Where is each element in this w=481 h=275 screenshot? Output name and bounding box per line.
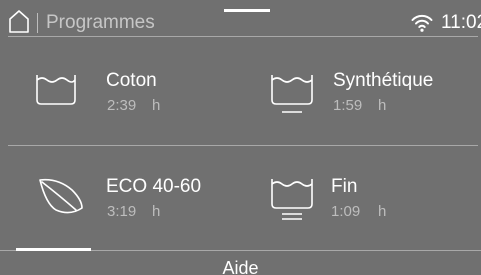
program-duration: 1:09 bbox=[331, 203, 361, 220]
wifi-icon bbox=[411, 14, 433, 32]
tub-icon bbox=[36, 75, 76, 105]
tub-two-bars-icon bbox=[271, 179, 313, 220]
program-duration: 3:19 bbox=[107, 203, 137, 220]
duration-unit: h bbox=[378, 97, 387, 114]
program-name: Coton bbox=[106, 70, 157, 91]
program-tile-fin[interactable]: Fin 1:09 h bbox=[243, 152, 478, 252]
program-duration: 1:59 bbox=[333, 97, 363, 114]
program-tile-synthetique[interactable]: Synthétique 1:59 h bbox=[243, 44, 478, 144]
program-name: ECO 40-60 bbox=[106, 176, 202, 197]
program-tile-eco-40-60[interactable]: ECO 40-60 3:19 h bbox=[8, 152, 243, 252]
duration-unit: h bbox=[378, 203, 387, 220]
page-title: Programmes bbox=[46, 12, 155, 33]
help-button[interactable]: Aide bbox=[0, 252, 481, 275]
row-divider bbox=[8, 145, 478, 146]
status-bar: Programmes 11:02 bbox=[0, 0, 481, 36]
program-duration: 2:39 bbox=[107, 97, 137, 114]
header-separator bbox=[37, 13, 38, 33]
scroll-indicator bbox=[16, 248, 91, 251]
page-indicator bbox=[224, 9, 270, 12]
duration-unit: h bbox=[152, 203, 161, 220]
program-name: Synthétique bbox=[333, 70, 434, 91]
header-divider bbox=[8, 36, 478, 37]
home-icon bbox=[9, 10, 29, 33]
program-name: Fin bbox=[331, 176, 358, 197]
leaf-icon bbox=[39, 178, 83, 214]
home-button[interactable] bbox=[7, 9, 31, 33]
duration-unit: h bbox=[152, 97, 161, 114]
clock: 11:02 bbox=[441, 12, 481, 33]
tub-one-bar-icon bbox=[271, 75, 313, 113]
programmes-screen: Programmes 11:02 Coton 2:39 h Synthétiqu… bbox=[0, 0, 481, 275]
program-tile-coton[interactable]: Coton 2:39 h bbox=[8, 44, 243, 144]
